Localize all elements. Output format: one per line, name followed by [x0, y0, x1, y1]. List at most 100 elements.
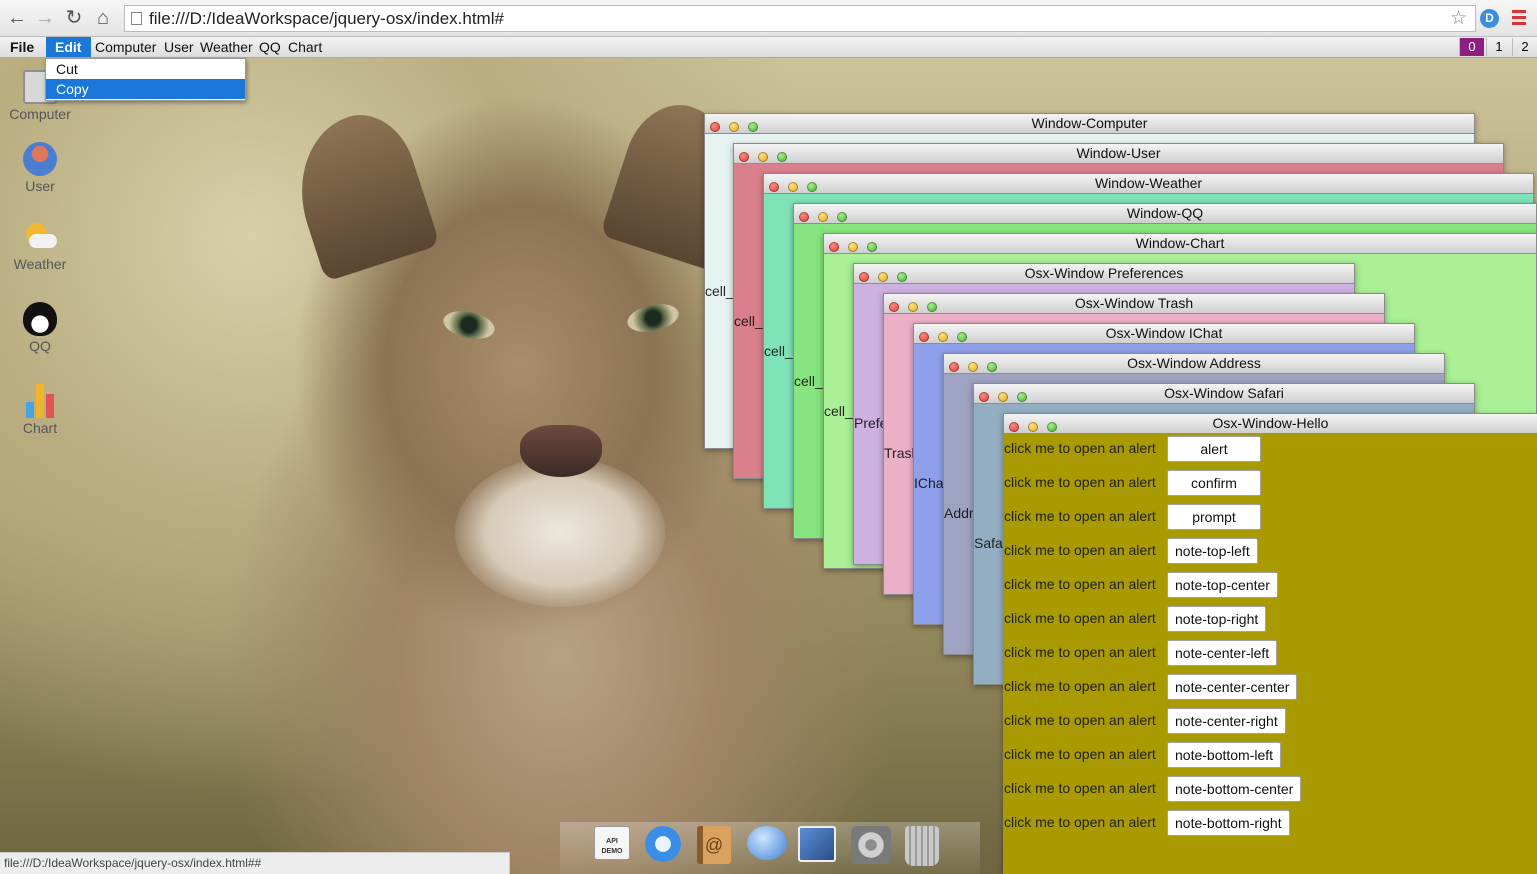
maximize-icon[interactable] — [777, 152, 787, 162]
window-titlebar[interactable]: Window-Computer — [705, 114, 1474, 134]
prompt-button[interactable]: prompt — [1167, 504, 1261, 530]
window-title: Osx-Window Address — [1127, 355, 1261, 371]
ichat-icon[interactable] — [747, 826, 787, 866]
back-arrow-icon[interactable]: ← — [5, 6, 29, 30]
browser-status-bar: file:///D:/IdeaWorkspace/jquery-osx/inde… — [0, 852, 510, 874]
window-titlebar[interactable]: Window-QQ — [794, 204, 1536, 224]
extension-icon[interactable]: D — [1480, 9, 1499, 28]
trash-icon[interactable] — [905, 826, 945, 866]
menu-item-copy[interactable]: Copy — [46, 79, 245, 99]
workspace-2[interactable]: 2 — [1512, 38, 1537, 56]
menu-weather[interactable]: Weather — [200, 37, 253, 57]
minimize-icon[interactable] — [848, 242, 858, 252]
close-icon[interactable] — [859, 272, 869, 282]
close-icon[interactable] — [739, 152, 749, 162]
minimize-icon[interactable] — [908, 302, 918, 312]
maximize-icon[interactable] — [987, 362, 997, 372]
window-title: Window-Chart — [1135, 235, 1225, 251]
window-titlebar[interactable]: Osx-Window Safari — [974, 384, 1474, 404]
minimize-icon[interactable] — [788, 182, 798, 192]
note-bottom-right-button[interactable]: note-bottom-right — [1167, 810, 1290, 836]
minimize-icon[interactable] — [968, 362, 978, 372]
menu-computer[interactable]: Computer — [95, 37, 156, 57]
workspace-0[interactable]: 0 — [1459, 38, 1484, 56]
minimize-icon[interactable] — [938, 332, 948, 342]
menu-item-cut[interactable]: Cut — [46, 59, 245, 79]
window-titlebar[interactable]: Window-User — [734, 144, 1503, 164]
confirm-button[interactable]: confirm — [1167, 470, 1261, 496]
maximize-icon[interactable] — [748, 122, 758, 132]
minimize-icon[interactable] — [818, 212, 828, 222]
close-icon[interactable] — [799, 212, 809, 222]
home-icon[interactable]: ⌂ — [91, 6, 115, 30]
minimize-icon[interactable] — [758, 152, 768, 162]
close-icon[interactable] — [949, 362, 959, 372]
note-center-left-button[interactable]: note-center-left — [1167, 640, 1278, 666]
close-icon[interactable] — [1009, 422, 1019, 432]
safari-icon[interactable] — [645, 826, 685, 866]
browser-toolbar: ← → ↻ ⌂ file:///D:/IdeaWorkspace/jquery-… — [0, 0, 1537, 37]
menu-file[interactable]: File — [10, 37, 34, 57]
note-center-right-button[interactable]: note-center-right — [1167, 708, 1286, 734]
maximize-icon[interactable] — [927, 302, 937, 312]
close-icon[interactable] — [919, 332, 929, 342]
desktop-icon-chart[interactable]: Chart — [0, 384, 80, 436]
api-demo-icon[interactable]: API DEMO — [594, 826, 634, 866]
window-title: Window-Computer — [1031, 115, 1148, 131]
hello-label: click me to open an alert — [1004, 780, 1156, 796]
menu-user[interactable]: User — [164, 37, 194, 57]
window-title: Osx-Window Safari — [1164, 385, 1284, 401]
bookmark-star-icon[interactable]: ☆ — [1450, 6, 1467, 31]
window-titlebar[interactable]: Osx-Window Preferences — [854, 264, 1354, 284]
window-titlebar[interactable]: Window-Weather — [764, 174, 1533, 194]
window-titlebar[interactable]: Osx-Window Trash — [884, 294, 1384, 314]
preferences-icon[interactable] — [851, 826, 891, 866]
browser-menu-icon[interactable] — [1512, 10, 1526, 26]
close-icon[interactable] — [979, 392, 989, 402]
note-top-center-button[interactable]: note-top-center — [1167, 572, 1278, 598]
hello-label: click me to open an alert — [1004, 508, 1156, 524]
desktop-icon-label: User — [25, 178, 55, 194]
desktop-icon-weather[interactable]: Weather — [0, 220, 80, 272]
alert-button[interactable]: alert — [1167, 436, 1261, 462]
maximize-icon[interactable] — [1047, 422, 1057, 432]
minimize-icon[interactable] — [729, 122, 739, 132]
reload-icon[interactable]: ↻ — [62, 6, 86, 30]
hello-label: click me to open an alert — [1004, 746, 1156, 762]
note-bottom-left-button[interactable]: note-bottom-left — [1167, 742, 1282, 768]
user-icon — [23, 142, 57, 176]
forward-arrow-icon[interactable]: → — [33, 6, 57, 30]
close-icon[interactable] — [710, 122, 720, 132]
maximize-icon[interactable] — [957, 332, 967, 342]
note-bottom-center-button[interactable]: note-bottom-center — [1167, 776, 1302, 802]
address-bar[interactable]: file:///D:/IdeaWorkspace/jquery-osx/inde… — [124, 5, 1476, 32]
note-center-center-button[interactable]: note-center-center — [1167, 674, 1298, 700]
maximize-icon[interactable] — [867, 242, 877, 252]
close-icon[interactable] — [889, 302, 899, 312]
hello-label: click me to open an alert — [1004, 814, 1156, 830]
note-top-left-button[interactable]: note-top-left — [1167, 538, 1258, 564]
minimize-icon[interactable] — [1028, 422, 1038, 432]
maximize-icon[interactable] — [807, 182, 817, 192]
page-icon — [131, 12, 142, 25]
maximize-icon[interactable] — [1017, 392, 1027, 402]
minimize-icon[interactable] — [878, 272, 888, 282]
minimize-icon[interactable] — [998, 392, 1008, 402]
window-titlebar[interactable]: Osx-Window Address — [944, 354, 1444, 374]
menu-chart[interactable]: Chart — [288, 37, 322, 57]
note-top-right-button[interactable]: note-top-right — [1167, 606, 1267, 632]
menu-edit[interactable]: Edit — [46, 37, 91, 57]
window-titlebar[interactable]: Osx-Window-Hello — [1004, 414, 1537, 434]
preview-icon[interactable] — [798, 826, 838, 866]
close-icon[interactable] — [829, 242, 839, 252]
address-book-icon[interactable]: @ — [697, 826, 737, 866]
desktop-icon-user[interactable]: User — [0, 142, 80, 194]
workspace-1[interactable]: 1 — [1486, 38, 1511, 56]
close-icon[interactable] — [769, 182, 779, 192]
window-titlebar[interactable]: Window-Chart — [824, 234, 1536, 254]
menu-qq[interactable]: QQ — [259, 37, 281, 57]
maximize-icon[interactable] — [897, 272, 907, 282]
desktop-icon-qq[interactable]: QQ — [0, 302, 80, 354]
maximize-icon[interactable] — [837, 212, 847, 222]
window-titlebar[interactable]: Osx-Window IChat — [914, 324, 1414, 344]
